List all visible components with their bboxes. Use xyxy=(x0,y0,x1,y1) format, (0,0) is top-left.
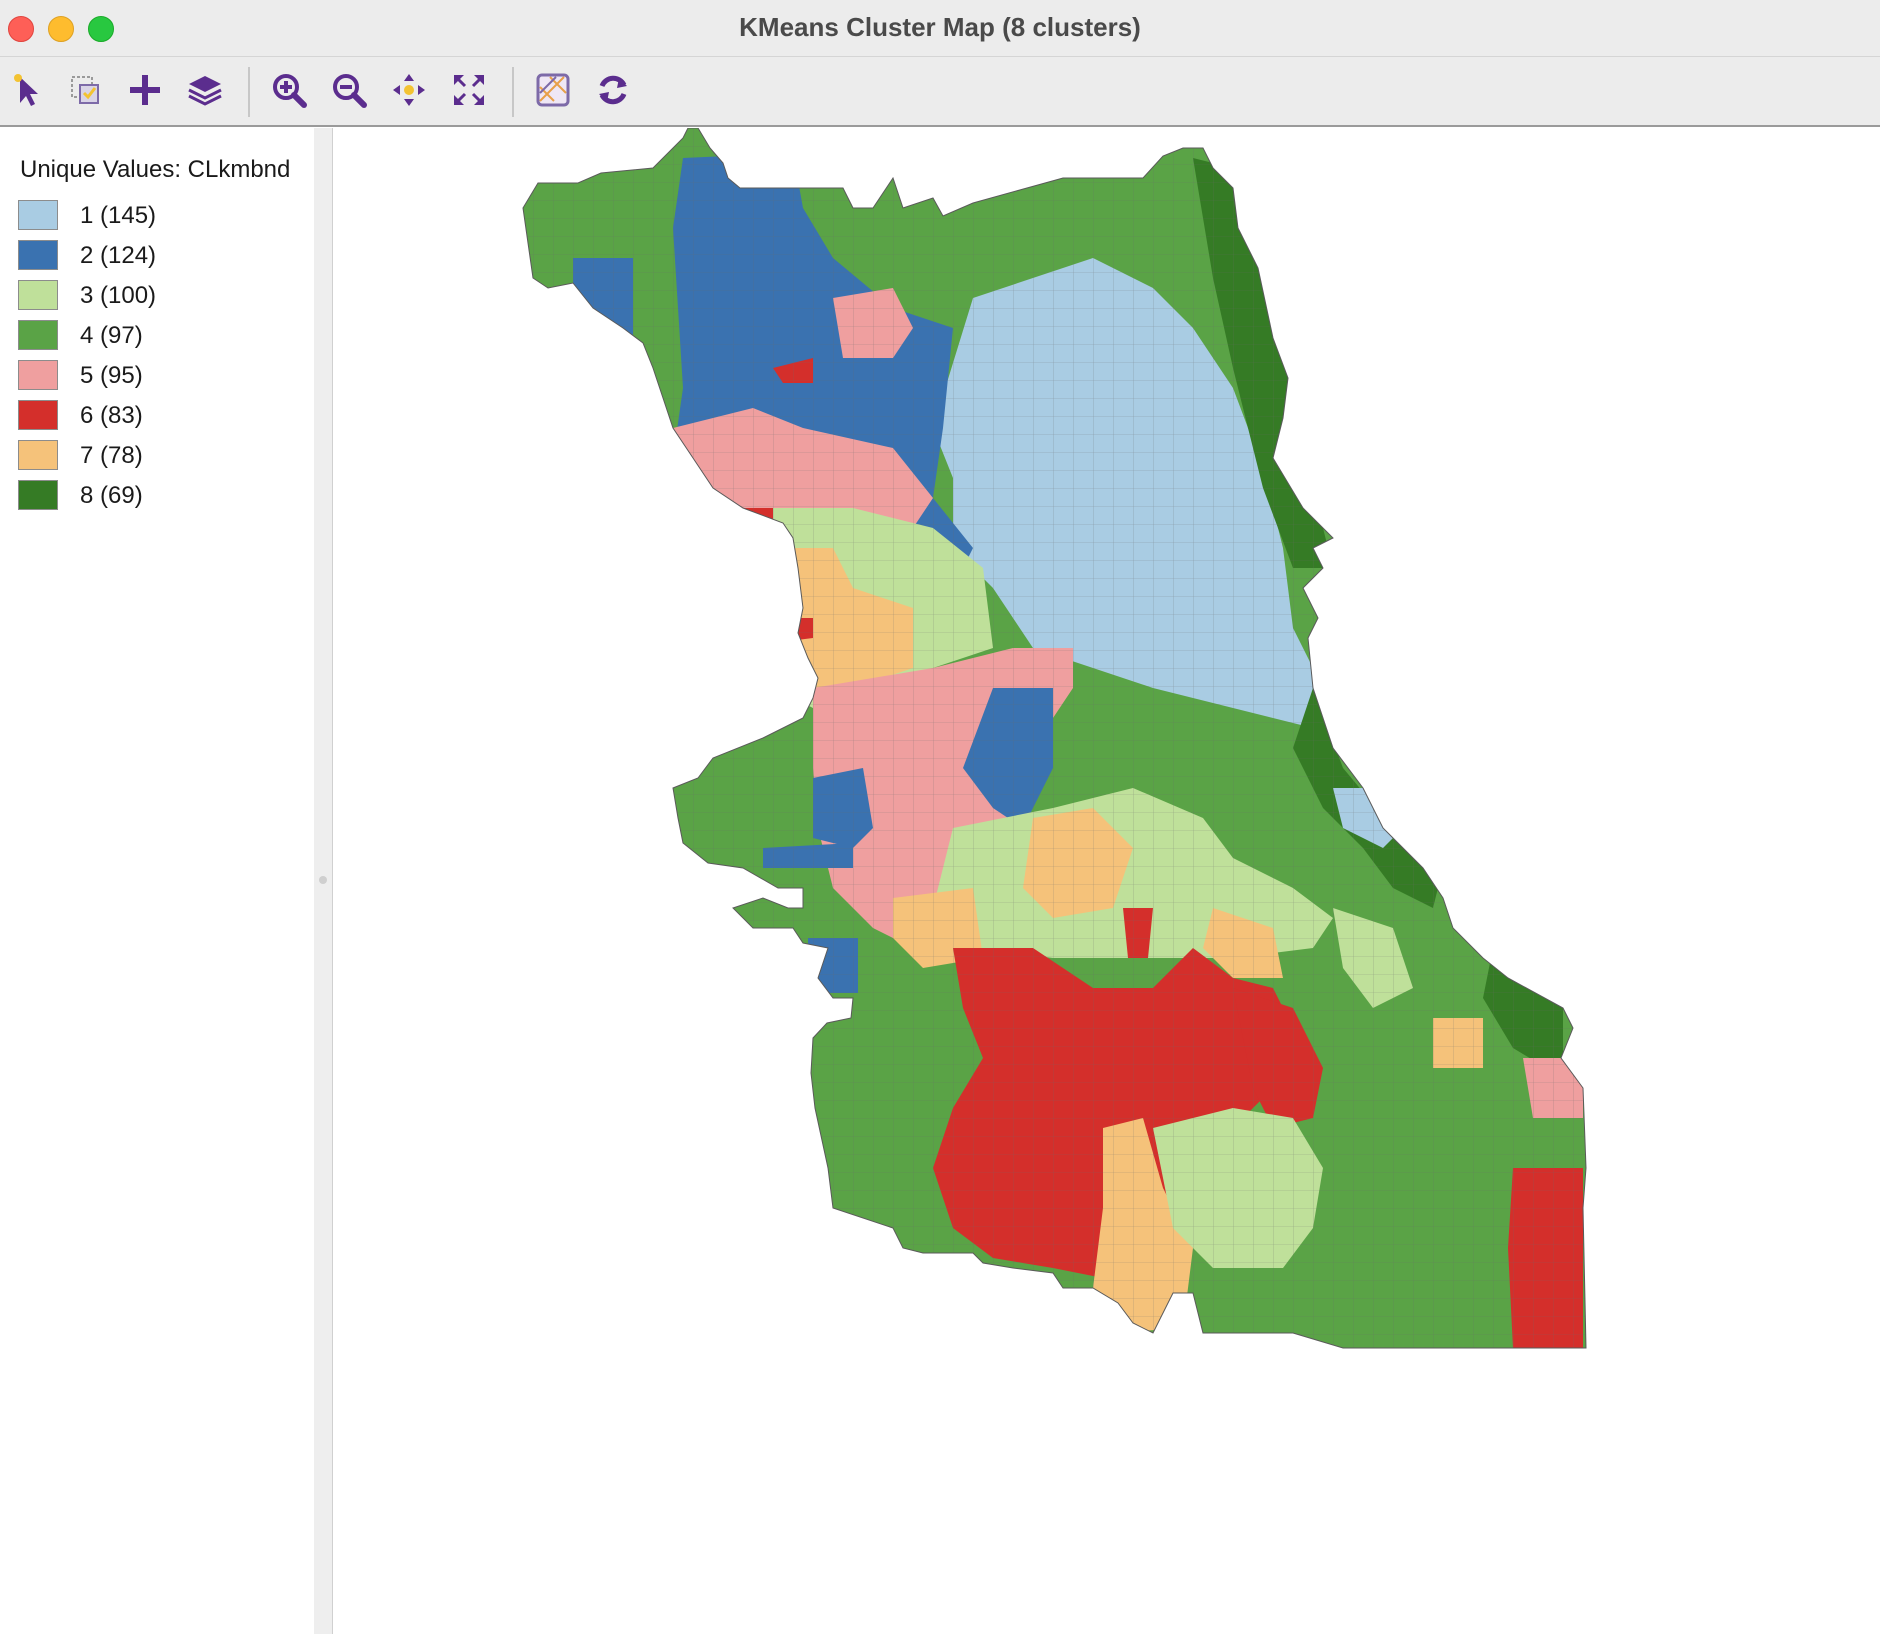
legend-swatch-1[interactable] xyxy=(18,200,58,230)
pan-icon xyxy=(393,74,425,106)
legend-swatch-4[interactable] xyxy=(18,320,58,350)
legend-item-6[interactable]: 6 (83) xyxy=(18,400,298,432)
legend-label-1: 1 (145) xyxy=(80,202,157,229)
zoom-out-icon xyxy=(333,74,367,108)
basemap-icon xyxy=(536,73,570,107)
legend-label-7: 7 (78) xyxy=(80,442,143,469)
panel-splitter[interactable] xyxy=(314,128,333,1634)
legend-panel: Unique Values: CLkmbnd 1 (145) 2 (124) 3… xyxy=(0,128,315,1634)
legend-swatch-5[interactable] xyxy=(18,360,58,390)
legend-swatch-2[interactable] xyxy=(18,240,58,270)
legend-swatch-3[interactable] xyxy=(18,280,58,310)
legend-label-3: 3 (100) xyxy=(80,282,157,309)
legend-item-2[interactable]: 2 (124) xyxy=(18,240,298,272)
selection-shape-icon xyxy=(71,76,99,104)
add-layer-icon xyxy=(130,75,160,105)
pan-button[interactable] xyxy=(386,67,432,113)
full-extent-button[interactable] xyxy=(446,67,492,113)
full-extent-icon xyxy=(454,75,484,105)
legend-item-8[interactable]: 8 (69) xyxy=(18,480,298,512)
legend-swatch-8[interactable] xyxy=(18,480,58,510)
splitter-grip[interactable] xyxy=(319,876,327,884)
legend-label-8: 8 (69) xyxy=(80,482,143,509)
cluster-map[interactable] xyxy=(333,128,1880,1634)
legend-item-3[interactable]: 3 (100) xyxy=(18,280,298,312)
legend-label-2: 2 (124) xyxy=(80,242,157,269)
map-toolbar xyxy=(0,57,1880,127)
refresh-button[interactable] xyxy=(590,67,636,113)
legend-swatch-7[interactable] xyxy=(18,440,58,470)
zoom-in-button[interactable] xyxy=(266,67,312,113)
window-title: KMeans Cluster Map (8 clusters) xyxy=(739,12,1141,42)
legend-label-5: 5 (95) xyxy=(80,362,143,389)
layers-button[interactable] xyxy=(182,67,228,113)
legend-label-6: 6 (83) xyxy=(80,402,143,429)
legend-swatch-6[interactable] xyxy=(18,400,58,430)
layers-icon xyxy=(188,76,222,106)
legend-label-4: 4 (97) xyxy=(80,322,143,349)
select-tool-icon xyxy=(14,74,38,106)
zoom-out-button[interactable] xyxy=(326,67,372,113)
legend-item-5[interactable]: 5 (95) xyxy=(18,360,298,392)
map-canvas[interactable] xyxy=(333,128,1880,1634)
legend-title: Unique Values: CLkmbnd xyxy=(20,156,291,183)
add-layer-button[interactable] xyxy=(122,67,168,113)
refresh-icon xyxy=(599,75,627,105)
title-bar: KMeans Cluster Map (8 clusters) xyxy=(0,0,1880,57)
select-tool-button[interactable] xyxy=(4,67,50,113)
legend-item-1[interactable]: 1 (145) xyxy=(18,200,298,232)
zoom-in-icon xyxy=(273,74,307,108)
legend-item-4[interactable]: 4 (97) xyxy=(18,320,298,352)
selection-shape-button[interactable] xyxy=(62,67,108,113)
basemap-button[interactable] xyxy=(530,67,576,113)
legend-item-7[interactable]: 7 (78) xyxy=(18,440,298,472)
